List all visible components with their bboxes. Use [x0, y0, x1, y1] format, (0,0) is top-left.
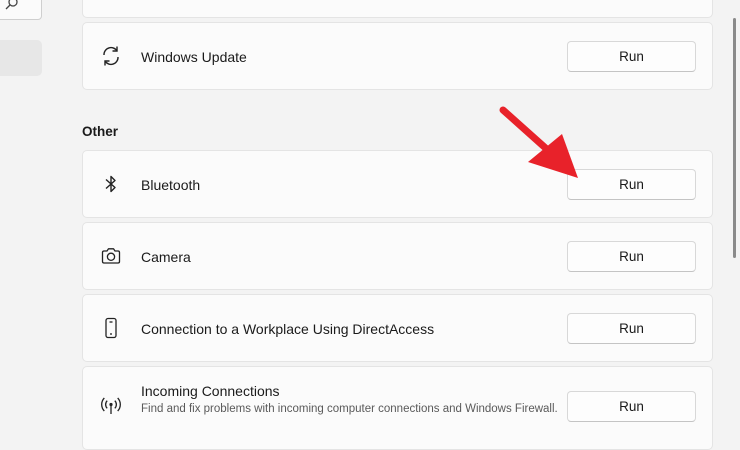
troubleshooter-title: Bluetooth [141, 177, 201, 193]
section-heading-other: Other [82, 124, 119, 139]
troubleshooter-card-camera: Camera Run [82, 222, 713, 290]
bluetooth-icon [105, 175, 116, 193]
troubleshooter-title: Camera [141, 249, 191, 265]
troubleshooter-card-bluetooth: Bluetooth Run [82, 150, 713, 218]
search-box[interactable] [0, 0, 42, 20]
navigation-pane [0, 0, 52, 438]
camera-icon [101, 248, 121, 264]
antenna-icon [101, 397, 121, 414]
run-incoming-connections-button[interactable]: Run [567, 391, 696, 422]
troubleshooter-title: Connection to a Workplace Using DirectAc… [141, 321, 435, 337]
troubleshooter-card-windows-update: Windows Update Run [82, 22, 713, 90]
troubleshooter-card-directaccess: Connection to a Workplace Using DirectAc… [82, 294, 713, 362]
scrollbar[interactable] [733, 0, 736, 438]
scrollbar-thumb[interactable] [733, 18, 736, 258]
run-directaccess-button[interactable]: Run [567, 313, 696, 344]
refresh-icon [103, 46, 119, 66]
run-camera-button[interactable]: Run [567, 241, 696, 272]
nav-item-selected[interactable] [0, 40, 42, 76]
phone-device-icon [105, 317, 117, 339]
troubleshooter-title: Incoming Connections [141, 383, 280, 399]
troubleshooter-card-incoming-connections: Incoming Connections Find and fix proble… [82, 366, 713, 450]
run-windows-update-button[interactable]: Run [567, 41, 696, 72]
troubleshooter-title: Windows Update [141, 49, 247, 65]
troubleshooter-card-partial [82, 0, 713, 18]
troubleshooter-description: Find and fix problems with incoming comp… [141, 403, 558, 415]
search-icon [5, 0, 18, 10]
annotation-arrow-icon [499, 106, 578, 178]
